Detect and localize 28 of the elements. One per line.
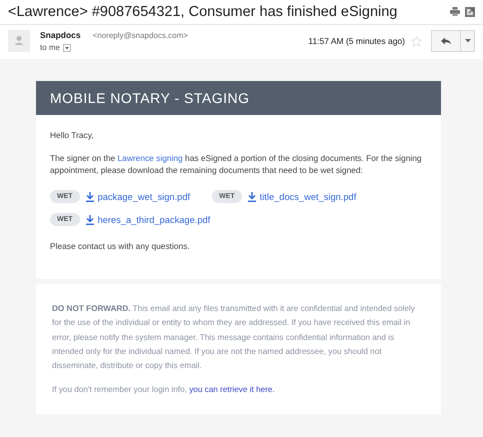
disclaimer-text: DO NOT FORWARD. This email and any files transmitted with it are confidential and intended solely for the use of the individual or entity to whom they are addressed. If you have received this email in error, please notify the system manager. This message contains confidential information and is intended only for the individual named. If you are not the named addressee, you should not disseminate, distribute or copy this email. [52,303,416,372]
greeting: Hello Tracy, [50,129,95,141]
download-icon [86,214,94,224]
star-icon[interactable] [411,36,422,46]
closing-text: Please contact us with any questions. [50,240,191,252]
caret-icon [464,39,470,43]
sender-name: Snapdocs [40,30,81,40]
banner-title: MOBILE NOTARY - STAGING [36,81,441,115]
login-help-text: If you don't remember your login info, you can retrieve it here. [52,384,276,396]
download-icon [248,192,256,202]
more-options-button[interactable] [461,30,475,52]
recipient-label: to me [40,43,60,52]
timestamp: 11:57 AM (5 minutes ago) [308,36,405,46]
sender-address: <noreply@snapdocs.com> [92,30,188,40]
dropdown-icon[interactable] [63,44,72,52]
intro-paragraph: The signer on the Lawrence signing has eSigned a portion of the closing documents. For the signing appointment, please download the remaining documents that need to be wet signed: [50,152,423,176]
new-window-icon[interactable] [465,7,475,17]
file-link[interactable]: package_wet_sign.pdf [86,192,190,202]
reply-button[interactable] [431,30,461,52]
avatar-icon [8,30,30,52]
retrieve-link[interactable]: you can retrieve it here. [189,385,275,394]
signing-link[interactable]: Lawrence signing [118,153,183,163]
file-link[interactable]: heres_a_third_package.pdf [86,214,210,224]
email-subject: <Lawrence> #9087654321, Consumer has finished eSigning [8,4,398,20]
download-icon [86,192,94,202]
reply-icon [441,37,451,45]
file-link[interactable]: title_docs_wet_sign.pdf [248,192,356,202]
print-icon[interactable] [450,7,460,16]
